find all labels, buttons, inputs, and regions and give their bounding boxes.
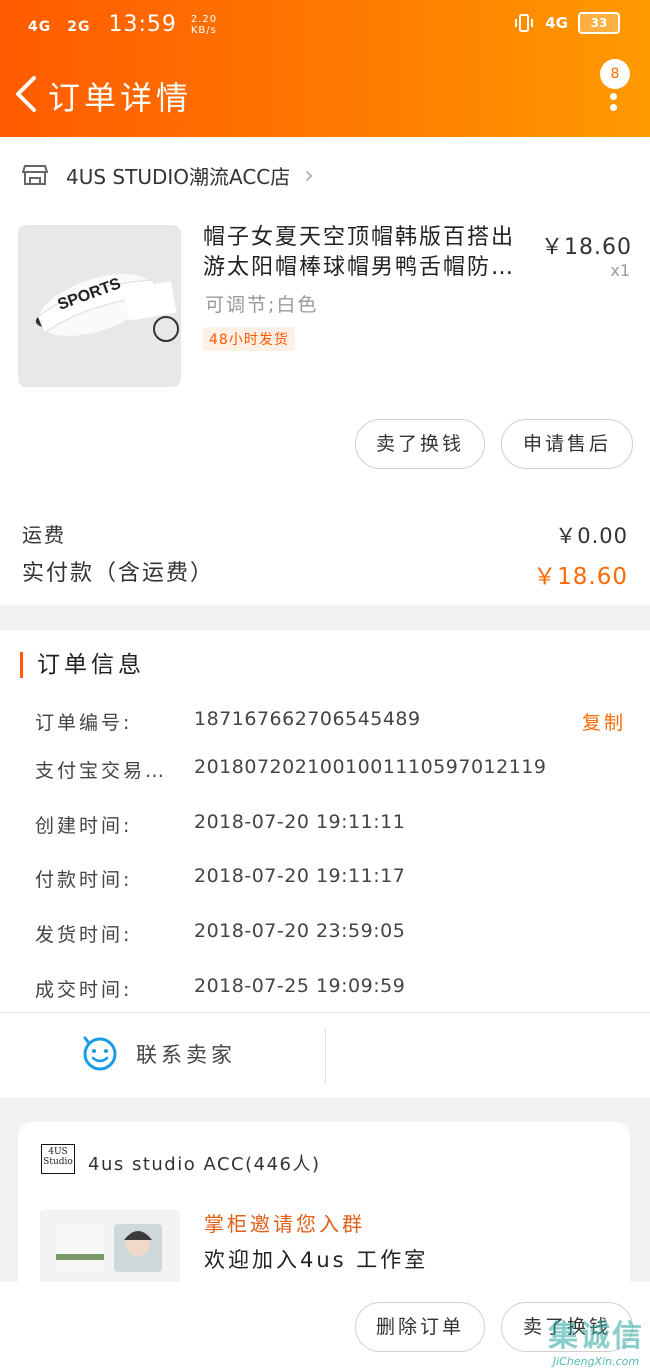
product-card: 4US STUDIO潮流ACC店 › SPORTS 帽子女夏天空顶帽韩版百搭出游… [0,137,650,605]
shipped-time-value: 2018-07-20 23:59:05 [194,920,406,942]
product-title[interactable]: 帽子女夏天空顶帽韩版百搭出游太阳帽棒球帽男鸭舌帽防… [203,223,533,283]
status-time: 13:59 [108,12,177,37]
chat-smile-icon [83,1036,117,1071]
net-speed-value: 2.20 [190,14,218,25]
network-indicator-3: 4G [545,14,568,32]
nav-bar: 订单详情 8 [0,55,650,135]
group-invite-text: 掌柜邀请您入群 [204,1212,365,1236]
watermark: 集诚信 JiChengXin.com [548,1311,644,1368]
vertical-divider [325,1028,326,1084]
paid-time-value: 2018-07-20 19:11:17 [194,865,406,887]
paid-amount-value: ￥18.60 [533,564,628,590]
product-quantity: x1 [610,261,630,280]
group-logo-line1: 4US [48,1147,68,1157]
network-indicator-1: 4G [28,19,52,35]
vibrate-icon [515,14,534,32]
shipping-tag: 48小时发货 [203,327,295,351]
created-time-value: 2018-07-20 19:11:11 [194,811,406,833]
shipped-time-label: 发货时间: [35,924,133,946]
product-sku: 可调节;白色 [205,294,319,316]
product-image[interactable]: SPORTS [18,225,181,387]
more-menu-button[interactable]: 8 [596,57,632,117]
page-title: 订单详情 [48,79,193,117]
paid-time-label: 付款时间: [35,869,133,891]
battery-level: 33 [590,16,608,30]
shop-link[interactable]: 4US STUDIO潮流ACC店 › [22,157,314,193]
back-button[interactable] [10,70,44,118]
product-price: ￥18.60 [541,235,632,260]
message-count-badge: 8 [600,59,630,89]
paid-amount-label: 实付款（含运费） [22,561,215,586]
group-name: 4us studio ACC(446人) [88,1154,321,1175]
app-header: 4G 2G 13:59 2.20 KB/s 4G 33 订单详情 8 [0,0,650,137]
alipay-trade-label: 支付宝交易… [35,760,168,782]
created-time-label: 创建时间: [35,815,133,837]
network-indicator-2: 2G [67,19,91,35]
more-dot-icon [610,104,617,111]
completed-time-label: 成交时间: [35,979,133,1001]
divider [0,1012,650,1013]
shipping-fee-label: 运费 [22,523,66,547]
status-bar: 4G 2G 13:59 2.20 KB/s 4G 33 [0,0,650,50]
shop-name: 4US STUDIO潮流ACC店 [66,164,291,189]
copy-button[interactable]: 复制 [582,708,626,735]
alipay-trade-value: 2018072021001001110597012119 [194,756,547,778]
status-right: 4G 33 [513,12,620,34]
sell-for-cash-button[interactable]: 卖了换钱 [355,419,485,469]
shipping-fee-value: ￥0.00 [555,524,628,548]
battery-icon: 33 [578,12,620,34]
completed-time-value: 2018-07-25 19:09:59 [194,975,406,997]
back-arrow-icon [16,76,36,112]
order-info-title: 订单信息 [20,652,145,678]
net-speed: 2.20 KB/s [191,14,217,36]
group-logo: 4US Studio [41,1144,75,1174]
delete-order-button[interactable]: 删除订单 [355,1302,485,1352]
visor-hat-image: SPORTS [18,225,181,387]
bottom-action-bar: 删除订单 卖了换钱 集诚信 JiChengXin.com [0,1282,650,1372]
shop-icon [22,165,48,185]
after-sale-button[interactable]: 申请售后 [501,419,633,469]
chevron-right-icon: › [304,161,314,189]
contact-seller-button[interactable]: 联系卖家 [82,1036,236,1072]
order-number-value: 187167662706545489 [194,708,421,730]
order-number-label: 订单编号: [35,712,133,734]
group-logo-line2: Studio [43,1157,73,1167]
group-welcome-text: 欢迎加入4us 工作室 [204,1248,429,1272]
status-left: 4G 2G 13:59 2.20 KB/s [28,12,217,37]
more-dot-icon [610,93,617,100]
contact-seller-label: 联系卖家 [136,1043,236,1067]
watermark-site: JiChengXin.com [552,1355,640,1368]
net-speed-unit: KB/s [190,25,217,36]
order-info-card: 订单信息 订单编号: 187167662706545489 复制 支付宝交易… … [0,630,650,1098]
watermark-main: 集诚信 [548,1319,644,1354]
